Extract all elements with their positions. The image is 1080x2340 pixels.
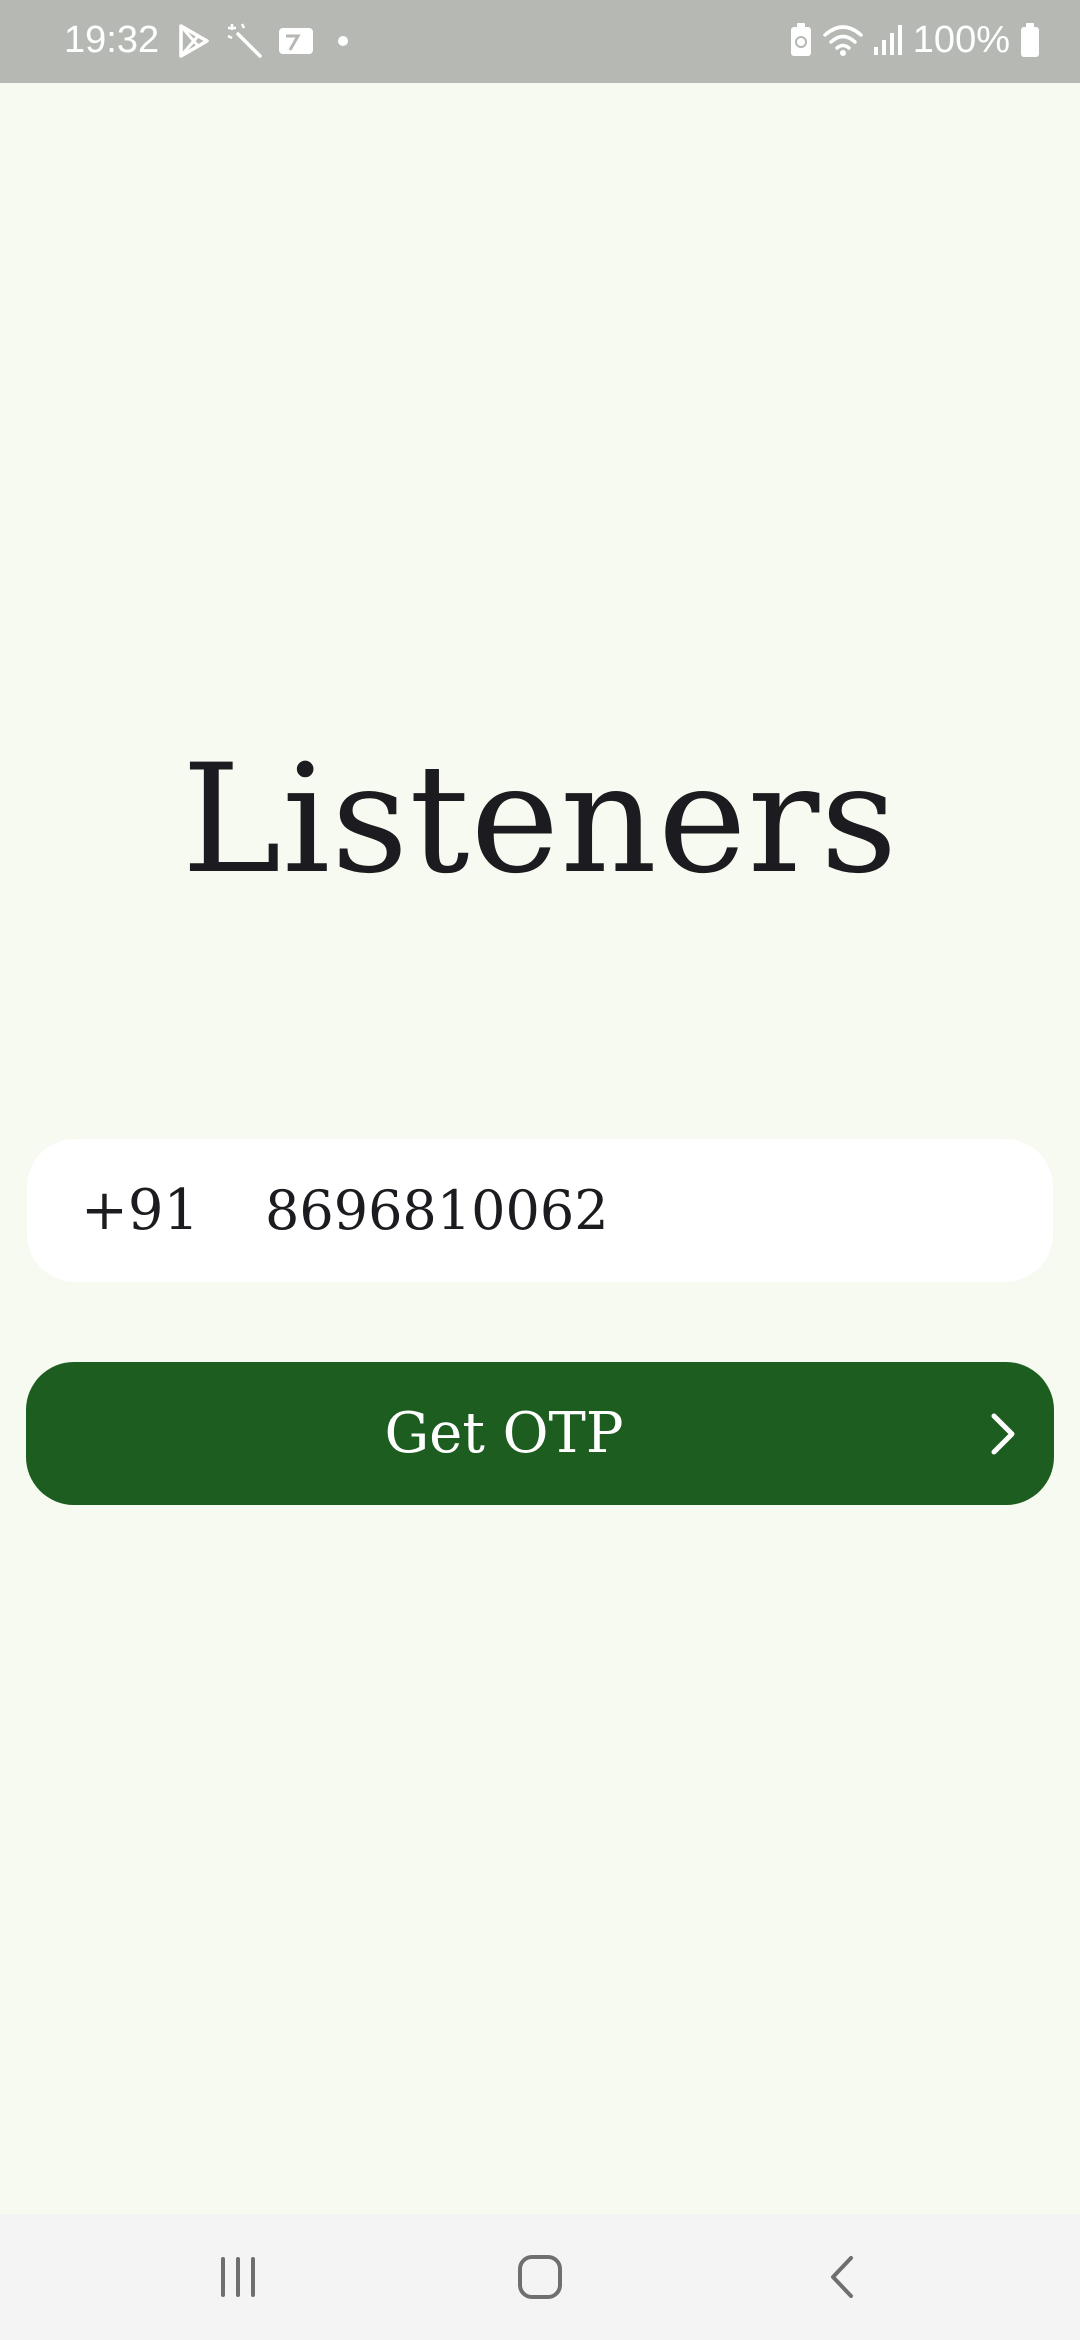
get-otp-button[interactable]: Get OTP	[26, 1362, 1054, 1505]
recent-apps-icon	[217, 2257, 259, 2297]
back-button[interactable]	[802, 2244, 882, 2310]
chevron-right-icon	[984, 1412, 1024, 1456]
status-bar: 19:32 100%	[0, 0, 1080, 83]
phone-field[interactable]: +91	[27, 1139, 1053, 1282]
status-left-icons	[176, 20, 358, 62]
app-title: Listeners	[181, 733, 899, 907]
get-otp-label: Get OTP	[384, 1401, 624, 1466]
status-right-icons: 100%	[789, 16, 1040, 64]
login-screen: 19:32 100% Listeners +91 8696810062 Get …	[0, 0, 1080, 2340]
signal-icon	[873, 23, 903, 57]
magic-wand-icon	[226, 22, 264, 60]
home-button[interactable]	[500, 2244, 580, 2310]
battery-icon	[1020, 22, 1040, 58]
play-store-icon	[176, 22, 212, 60]
back-icon	[827, 2254, 857, 2300]
status-time: 19:32	[64, 19, 160, 61]
navigation-bar	[0, 2214, 1080, 2340]
battery-saver-icon	[789, 22, 813, 58]
phone-number-input[interactable]	[265, 1139, 1005, 1282]
notification-dot-icon	[328, 26, 358, 56]
cast-card-icon	[278, 26, 314, 56]
home-icon	[517, 2254, 563, 2300]
country-code[interactable]: +91	[81, 1139, 199, 1282]
battery-percent: 100%	[912, 19, 1010, 61]
wifi-icon	[823, 23, 863, 57]
recent-apps-button[interactable]	[198, 2244, 278, 2310]
